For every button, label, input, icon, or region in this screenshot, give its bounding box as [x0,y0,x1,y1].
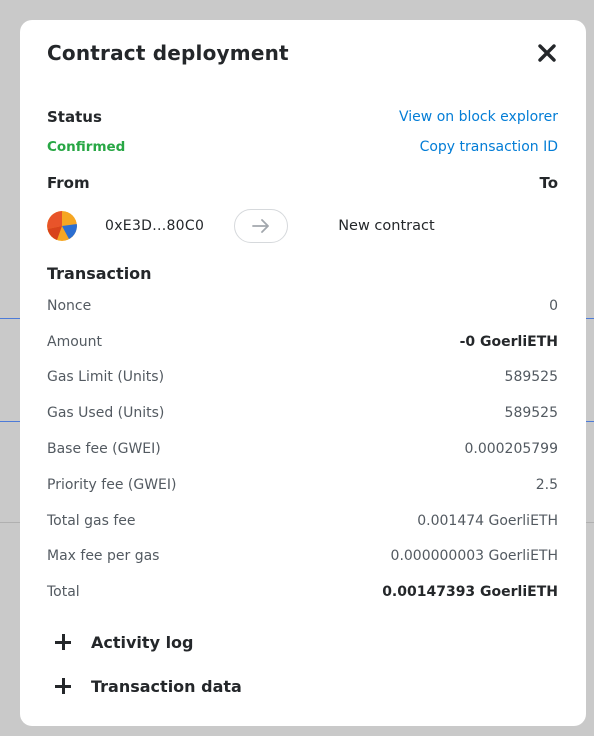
detail-value: 0.000205799 [464,441,558,457]
background-divider [586,318,594,319]
close-icon[interactable] [536,42,558,64]
detail-value: 0.00147393 GoerliETH [382,584,558,600]
detail-label: Amount [47,334,103,350]
detail-value: -0 GoerliETH [459,334,558,350]
background-divider [0,318,20,319]
detail-row-gas-limit: Gas Limit (Units) 589525 [47,369,558,385]
detail-row-priority-fee: Priority fee (GWEI) 2.5 [47,477,558,493]
detail-label: Base fee (GWEI) [47,441,161,457]
to-label: To [539,174,558,192]
contract-deployment-modal: Contract deployment Status View on block… [20,20,586,726]
detail-label: Max fee per gas [47,548,160,564]
from-to-labels: From To [47,174,558,192]
transaction-title: Transaction [47,264,152,283]
detail-label: Priority fee (GWEI) [47,477,177,493]
detail-value: 589525 [504,405,558,421]
status-row: Status View on block explorer [47,108,558,126]
background-divider [586,421,594,422]
detail-label: Nonce [47,298,92,314]
detail-label: Gas Used (Units) [47,405,165,421]
transaction-data-expander[interactable]: Transaction data [53,676,242,696]
activity-log-expander[interactable]: Activity log [53,632,194,652]
from-label: From [47,174,90,192]
transaction-header: Transaction [47,264,558,283]
status-value-row: Confirmed Copy transaction ID [47,139,558,155]
detail-row-nonce: Nonce 0 [47,298,558,314]
detail-row-gas-used: Gas Used (Units) 589525 [47,405,558,421]
detail-row-amount: Amount -0 GoerliETH [47,334,558,350]
plus-icon [53,632,73,652]
detail-row-total: Total 0.00147393 GoerliETH [47,584,558,600]
detail-label: Gas Limit (Units) [47,369,165,385]
detail-value: 0.000000003 GoerliETH [390,548,558,564]
detail-row-base-fee: Base fee (GWEI) 0.000205799 [47,441,558,457]
avatar [47,211,77,241]
background-divider [0,421,20,422]
detail-value: 2.5 [535,477,558,493]
background-divider [586,522,594,523]
detail-label: Total gas fee [47,513,136,529]
arrow-right-icon [234,209,289,243]
detail-value: 589525 [504,369,558,385]
plus-icon [53,676,73,696]
modal-title: Contract deployment [47,41,289,65]
sender-recipient: 0xE3D...80C0 New contract [47,208,558,244]
detail-value: 0.001474 GoerliETH [417,513,558,529]
from-address[interactable]: 0xE3D...80C0 [105,218,204,234]
view-on-block-explorer-link[interactable]: View on block explorer [399,109,558,125]
detail-label: Total [47,584,80,600]
to-recipient: New contract [338,218,435,234]
detail-row-total-gas-fee: Total gas fee 0.001474 GoerliETH [47,513,558,529]
detail-row-max-fee-per-gas: Max fee per gas 0.000000003 GoerliETH [47,548,558,564]
detail-value: 0 [549,298,558,314]
transaction-data-label: Transaction data [91,676,242,696]
activity-log-label: Activity log [91,632,194,652]
copy-transaction-id-link[interactable]: Copy transaction ID [420,139,558,155]
modal-header: Contract deployment [47,38,558,68]
background-divider [0,522,20,523]
status-label: Status [47,108,102,126]
status-badge: Confirmed [47,139,126,155]
